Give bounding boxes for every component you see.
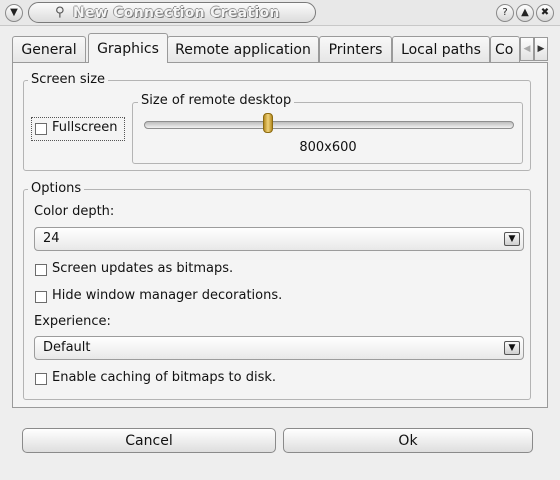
help-icon: ? [502,7,508,18]
experience-value: Default [43,340,91,355]
tab-printers[interactable]: Printers [319,36,392,62]
chevron-down-icon: ▼ [10,7,18,18]
desktop-size-slider-handle[interactable] [262,113,273,133]
close-icon: ✖ [540,7,550,18]
fullscreen-checkbox[interactable] [35,123,47,135]
desktop-size-value: 800x600 [299,140,357,155]
window-menu-button[interactable]: ▼ [5,4,23,22]
close-button[interactable]: ✖ [536,4,554,22]
remote-desktop-size-title: Size of remote desktop [138,93,295,108]
hide-wm-decorations-checkbox[interactable] [35,291,47,303]
tab-scroll-right-button[interactable]: ▶ [534,37,548,61]
window-title: New Connection Creation [73,4,280,21]
window-title-pill: ⚲ New Connection Creation [28,2,316,23]
color-depth-select[interactable]: 24 ▼ [34,227,524,251]
shade-button[interactable]: ▲ [516,4,534,22]
cancel-button[interactable]: Cancel [22,428,276,453]
tab-local-paths[interactable]: Local paths [392,36,490,62]
chevron-left-icon: ◀ [523,44,531,54]
bitmap-caching-label[interactable]: Enable caching of bitmaps to disk. [52,370,276,385]
dropdown-arrow-icon: ▼ [504,232,520,246]
tab-truncated[interactable]: Co [490,36,520,62]
desktop-size-slider-track[interactable] [144,121,514,129]
screen-size-title: Screen size [28,72,109,87]
help-button[interactable]: ? [496,4,514,22]
fullscreen-label[interactable]: Fullscreen [52,120,117,135]
app-logo-icon: ⚲ [55,5,65,20]
tab-scroll-left-button[interactable]: ◀ [520,37,534,61]
bitmaps-label[interactable]: Screen updates as bitmaps. [52,261,233,276]
options-title: Options [28,181,85,196]
tab-general[interactable]: General [12,36,86,62]
experience-select[interactable]: Default ▼ [34,336,524,360]
hide-wm-decorations-label[interactable]: Hide window manager decorations. [52,288,282,303]
tab-remote-application[interactable]: Remote application [167,36,319,62]
shade-icon: ▲ [521,7,529,18]
color-depth-value: 24 [43,231,60,246]
bitmaps-checkbox[interactable] [35,264,47,276]
experience-label: Experience: [34,314,111,329]
color-depth-label: Color depth: [34,204,115,219]
bitmap-caching-checkbox[interactable] [35,373,47,385]
dropdown-arrow-icon: ▼ [504,341,520,355]
tab-graphics[interactable]: Graphics [88,33,168,63]
chevron-right-icon: ▶ [537,44,545,54]
ok-button[interactable]: Ok [283,428,533,453]
